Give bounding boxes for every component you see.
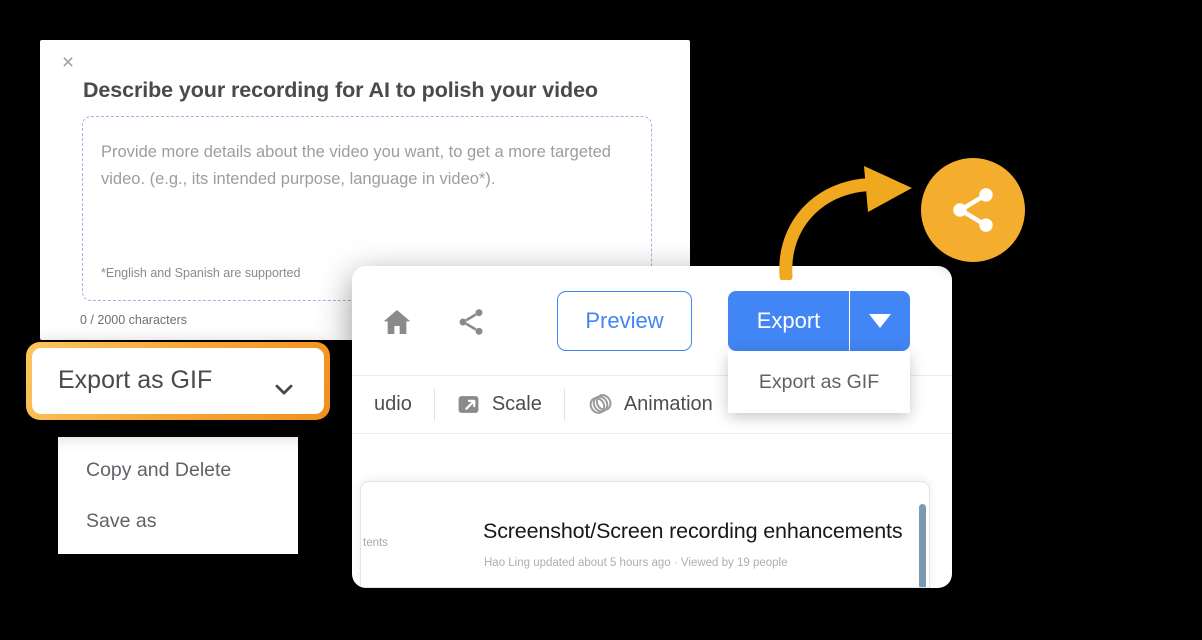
preview-button[interactable]: Preview [557,291,692,351]
export-button-group: Export [728,291,910,351]
language-support-note: *English and Spanish are supported [101,266,301,280]
home-icon[interactable] [381,306,413,343]
scrollbar[interactable] [919,504,926,587]
tab-label: Scale [491,393,542,415]
tab-label: udio [374,393,412,415]
document-title: Screenshot/Screen recording enhancements [483,519,903,543]
export-as-gif-button[interactable]: Export as GIF [26,342,330,420]
character-counter: 0 / 2000 characters [80,313,188,327]
document-preview-panel: tents Screenshot/Screen recording enhanc… [360,481,930,588]
description-placeholder: Provide more details about the video you… [101,143,611,188]
scale-icon [456,392,481,417]
tab-animation[interactable]: Animation [563,376,735,434]
tab-audio[interactable]: udio [352,376,434,434]
export-button[interactable]: Export [728,291,850,351]
export-dropdown-toggle[interactable] [850,291,910,351]
tab-scale[interactable]: Scale [433,376,564,434]
share-icon [953,188,993,232]
chevron-down-icon [270,375,298,408]
document-meta: Hao Ling updated about 5 hours ago · Vie… [484,557,788,569]
screenshot-stage: × Describe your recording for AI to poli… [0,0,1202,640]
share-icon[interactable] [455,306,487,343]
page-title: Describe your recording for AI to polish… [83,78,598,102]
export-as-gif-label: Export as GIF [58,366,213,394]
share-badge[interactable] [921,158,1025,262]
menu-item-export-as-gif[interactable]: Export as GIF [759,371,879,394]
editor-toolbar-card: Preview Export Export as GIF udio Scale … [352,266,952,588]
export-dropdown-menu: Export as GIF [728,351,910,413]
close-icon[interactable]: × [57,52,79,74]
tab-label: Animation [623,393,713,415]
caret-down-icon [869,314,891,328]
menu-item-copy-and-delete[interactable]: Copy and Delete [86,459,231,482]
menu-item-save-as[interactable]: Save as [86,510,156,533]
animation-layers-icon [586,391,613,418]
export-as-gif-button-inner: Export as GIF [32,348,324,414]
table-of-contents-label: tents [363,537,388,549]
gif-dropdown-menu: Copy and Delete Save as [58,437,298,554]
